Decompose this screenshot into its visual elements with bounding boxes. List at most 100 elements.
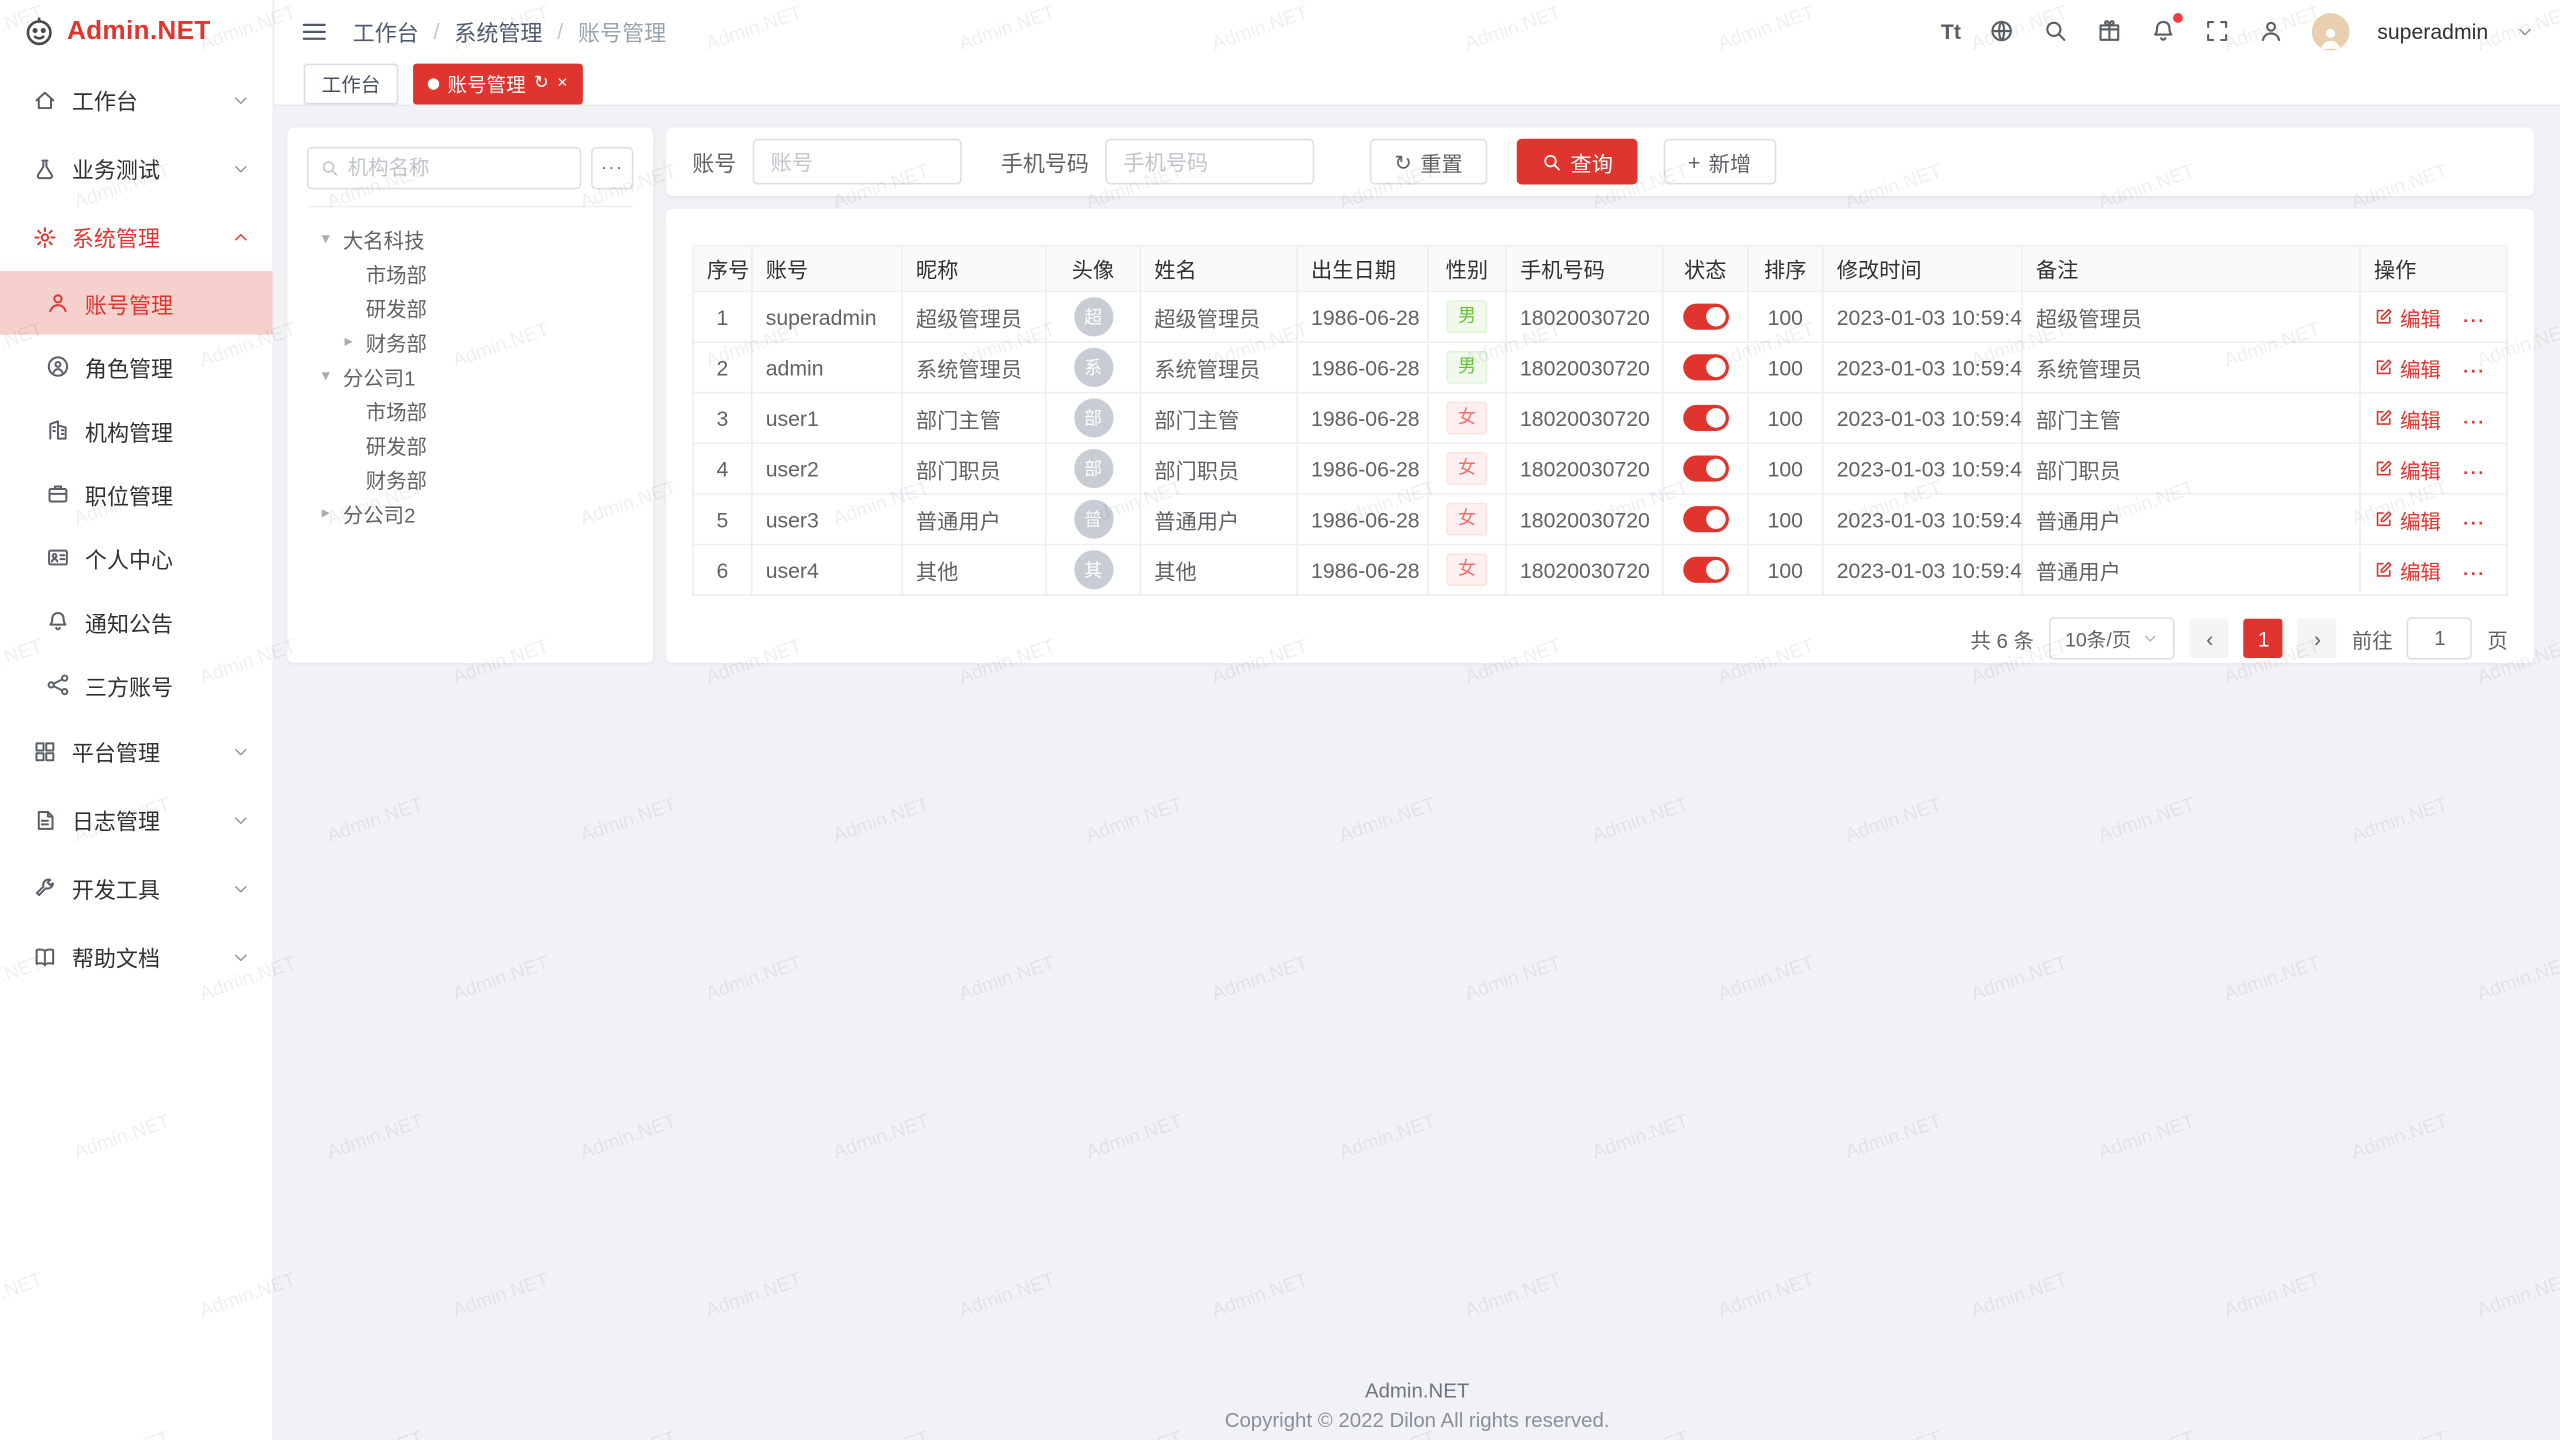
goto-label: 前往 bbox=[2352, 623, 2393, 654]
status-toggle[interactable] bbox=[1682, 507, 1728, 533]
cell-remark: 部门职员 bbox=[2022, 443, 2360, 494]
language-icon[interactable] bbox=[1989, 18, 2015, 44]
sidebar-item-personal-center[interactable]: 个人中心 bbox=[0, 526, 273, 590]
font-size-icon[interactable]: Tt bbox=[1941, 19, 1961, 43]
breadcrumb-item[interactable]: 工作台 bbox=[353, 15, 419, 48]
phone-input[interactable] bbox=[1105, 139, 1314, 185]
col-header: 头像 bbox=[1046, 246, 1141, 292]
edit-button[interactable]: 编辑 bbox=[2374, 352, 2441, 383]
cell-no: 1 bbox=[693, 291, 752, 342]
edit-icon bbox=[2374, 408, 2394, 428]
tree-more-button[interactable]: ··· bbox=[591, 147, 633, 189]
close-icon[interactable]: × bbox=[557, 74, 568, 92]
tab-account-management[interactable]: 账号管理 ↻ × bbox=[413, 63, 582, 104]
edit-button[interactable]: 编辑 bbox=[2374, 504, 2441, 535]
sidebar-item-label: 系统管理 bbox=[72, 220, 160, 253]
tree-node[interactable]: 研发部 bbox=[307, 291, 634, 325]
chevron-down-icon bbox=[232, 948, 250, 966]
org-tree-panel: ··· ▾ 大名科技 市场部 研发部 ▸ 财务部 ▾ bbox=[287, 127, 653, 663]
tree-node[interactable]: ▸ 财务部 bbox=[307, 325, 634, 359]
tree-node[interactable]: 研发部 bbox=[307, 428, 634, 462]
status-toggle[interactable] bbox=[1682, 405, 1728, 431]
user-name[interactable]: superadmin bbox=[2377, 19, 2488, 43]
edit-button[interactable]: 编辑 bbox=[2374, 402, 2441, 433]
prev-page-button[interactable]: ‹ bbox=[2190, 619, 2229, 658]
status-toggle[interactable] bbox=[1682, 304, 1728, 330]
page-size-select[interactable]: 10条/页 bbox=[2049, 617, 2176, 659]
add-button[interactable]: + 新增 bbox=[1664, 139, 1776, 185]
search-icon[interactable] bbox=[2043, 18, 2069, 44]
gift-icon[interactable] bbox=[2096, 18, 2122, 44]
sidebar-item-dev-tools[interactable]: 开发工具 bbox=[0, 854, 273, 923]
avatar[interactable] bbox=[2312, 12, 2350, 50]
refresh-icon: ↻ bbox=[1394, 151, 1412, 172]
logo[interactable]: Admin.NET bbox=[0, 0, 273, 65]
row-more-button[interactable]: ··· bbox=[2463, 312, 2486, 332]
org-search-input[interactable] bbox=[348, 157, 568, 180]
sidebar-item-thirdparty-account[interactable]: 三方账号 bbox=[0, 653, 273, 717]
watermark-text: Admin.NET bbox=[324, 1109, 426, 1163]
caret-closed-icon[interactable]: ▸ bbox=[322, 504, 343, 522]
sidebar-item-account-management[interactable]: 账号管理 bbox=[0, 271, 273, 335]
cell-birthdate: 1986-06-28 bbox=[1297, 443, 1428, 494]
caret-closed-icon[interactable]: ▸ bbox=[344, 333, 365, 351]
toggle-knob bbox=[1705, 409, 1725, 429]
tree-node[interactable]: ▾ 大名科技 bbox=[307, 222, 634, 256]
watermark-text: Admin.NET bbox=[2095, 1109, 2197, 1163]
breadcrumb-item[interactable]: 系统管理 bbox=[454, 15, 542, 48]
user-icon bbox=[46, 291, 70, 315]
tree-node[interactable]: 市场部 bbox=[307, 256, 634, 290]
notification-bell[interactable] bbox=[2150, 18, 2176, 44]
sidebar-item-position-management[interactable]: 职位管理 bbox=[0, 462, 273, 526]
reset-button[interactable]: ↻ 重置 bbox=[1370, 139, 1487, 185]
page-1-button[interactable]: 1 bbox=[2244, 619, 2283, 658]
tree-node[interactable]: ▾ 分公司1 bbox=[307, 359, 634, 393]
status-toggle[interactable] bbox=[1682, 355, 1728, 381]
row-more-button[interactable]: ··· bbox=[2463, 362, 2486, 382]
cell-nickname: 普通用户 bbox=[902, 494, 1046, 545]
tab-workbench[interactable]: 工作台 bbox=[304, 63, 399, 104]
status-toggle[interactable] bbox=[1682, 557, 1728, 583]
refresh-icon[interactable]: ↻ bbox=[534, 74, 549, 92]
watermark-text: Admin.NET bbox=[1715, 951, 1817, 1005]
sidebar-item-platform-management[interactable]: 平台管理 bbox=[0, 717, 273, 786]
chevron-down-icon[interactable] bbox=[2516, 22, 2534, 40]
role-icon bbox=[46, 354, 70, 378]
edit-icon bbox=[2374, 358, 2394, 378]
sidebar-item-log-management[interactable]: 日志管理 bbox=[0, 785, 273, 854]
edit-button[interactable]: 编辑 bbox=[2374, 301, 2441, 332]
tree-node[interactable]: 市场部 bbox=[307, 393, 634, 427]
sidebar-item-system-management[interactable]: 系统管理 bbox=[0, 202, 273, 271]
row-more-button[interactable]: ··· bbox=[2463, 565, 2486, 585]
next-page-button[interactable]: › bbox=[2298, 619, 2337, 658]
sidebar-item-business-test[interactable]: 业务测试 bbox=[0, 134, 273, 203]
sidebar-item-org-management[interactable]: 机构管理 bbox=[0, 398, 273, 462]
watermark-text: Admin.NET bbox=[2474, 951, 2560, 1005]
account-input[interactable] bbox=[753, 139, 962, 185]
page-unit-label: 页 bbox=[2487, 623, 2507, 654]
fullscreen-icon[interactable] bbox=[2204, 18, 2230, 44]
status-toggle[interactable] bbox=[1682, 456, 1728, 482]
col-header: 手机号码 bbox=[1506, 246, 1663, 292]
gender-badge: 男 bbox=[1447, 351, 1488, 384]
toggle-knob bbox=[1705, 459, 1725, 479]
edit-button[interactable]: 编辑 bbox=[2374, 453, 2441, 484]
user-outline-icon[interactable] bbox=[2258, 18, 2284, 44]
edit-button[interactable]: 编辑 bbox=[2374, 554, 2441, 585]
tree-node[interactable]: ▸ 分公司2 bbox=[307, 496, 634, 530]
hamburger-menu-icon[interactable] bbox=[300, 17, 328, 45]
sidebar-item-notice[interactable]: 通知公告 bbox=[0, 589, 273, 653]
row-more-button[interactable]: ··· bbox=[2463, 413, 2486, 433]
tree-node[interactable]: 财务部 bbox=[307, 462, 634, 496]
query-button[interactable]: 查询 bbox=[1517, 139, 1638, 185]
sidebar-item-role-management[interactable]: 角色管理 bbox=[0, 335, 273, 399]
caret-open-icon[interactable]: ▾ bbox=[322, 367, 343, 385]
edit-icon bbox=[2374, 307, 2394, 327]
sidebar-item-workbench[interactable]: 工作台 bbox=[0, 65, 273, 134]
row-more-button[interactable]: ··· bbox=[2463, 514, 2486, 534]
caret-open-icon[interactable]: ▾ bbox=[322, 230, 343, 248]
cell-order: 100 bbox=[1748, 291, 1823, 342]
row-more-button[interactable]: ··· bbox=[2463, 464, 2486, 484]
goto-page-input[interactable] bbox=[2407, 617, 2472, 659]
sidebar-item-help-docs[interactable]: 帮助文档 bbox=[0, 922, 273, 991]
